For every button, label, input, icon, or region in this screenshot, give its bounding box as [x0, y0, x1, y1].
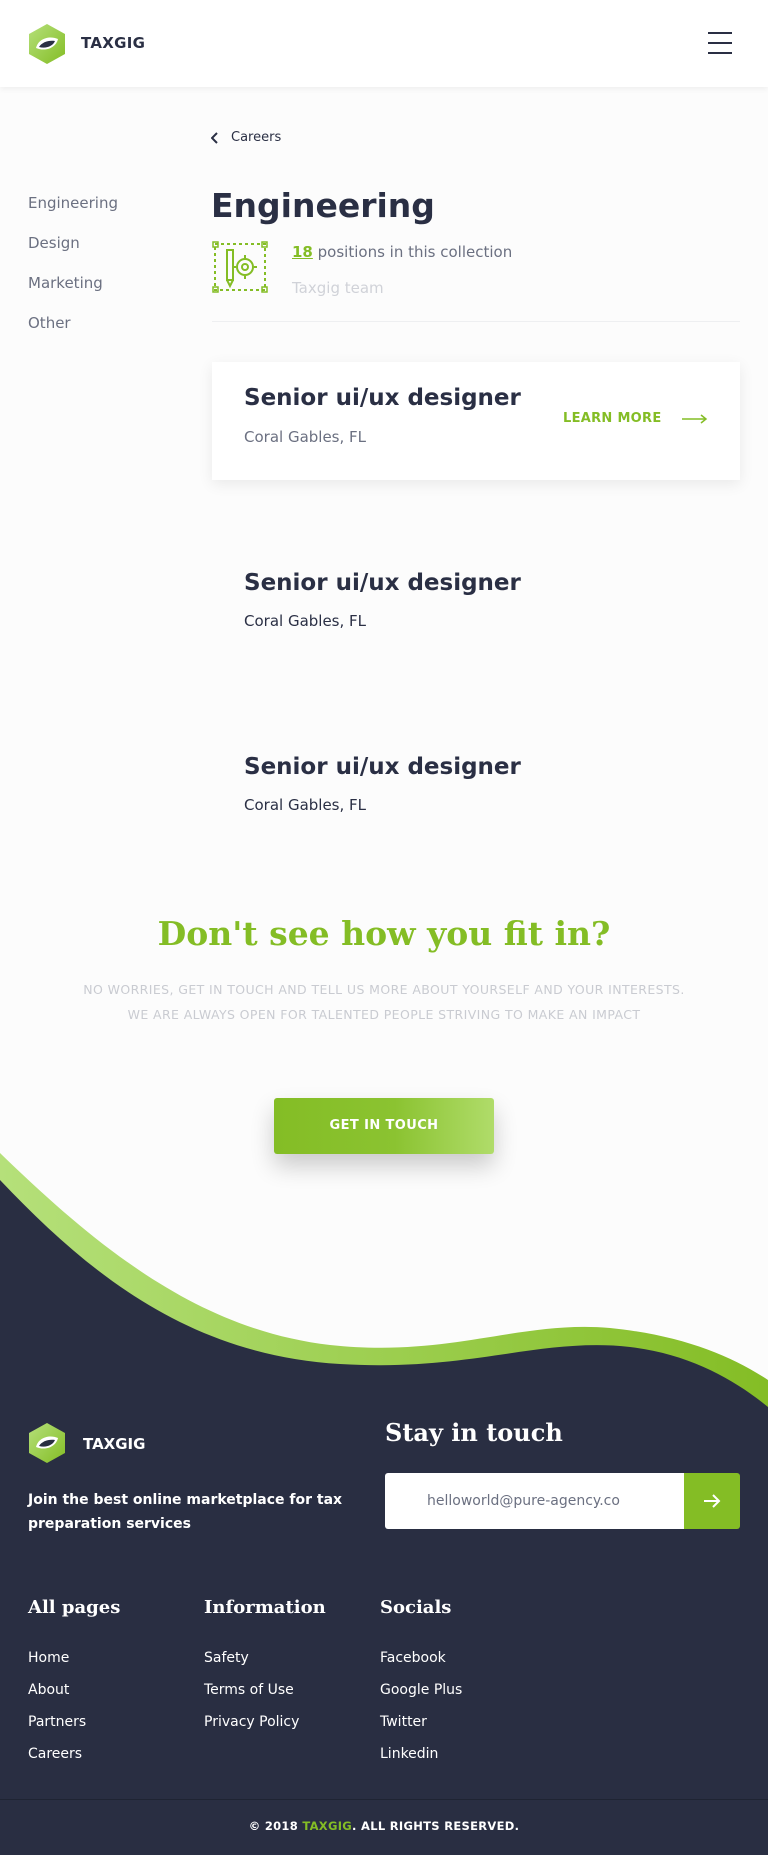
- job-location: Coral Gables, FL: [244, 428, 367, 446]
- job-title: Senior ui/ux designer: [244, 754, 521, 780]
- stay-in-touch-heading: Stay in touch: [385, 1418, 563, 1447]
- footer-link-partners[interactable]: Partners: [28, 1712, 86, 1744]
- job-location: Coral Gables, FL: [244, 796, 367, 814]
- footer-column-title: Socials: [380, 1597, 452, 1618]
- job-card[interactable]: Senior ui/ux designer Coral Gables, FL L…: [212, 362, 740, 480]
- footer-link-about[interactable]: About: [28, 1680, 86, 1712]
- chevron-left-icon: [211, 131, 218, 144]
- copyright: © 2018 TAXGIG. ALL RIGHTS RESERVED.: [0, 1819, 768, 1833]
- category-sidebar: Engineering Design Marketing Other: [28, 193, 118, 353]
- taxgig-logo-icon[interactable]: [27, 1422, 67, 1464]
- positions-count-label: positions in this collection: [317, 243, 513, 261]
- footer-link-facebook[interactable]: Facebook: [380, 1648, 462, 1680]
- engineering-collection-icon: [212, 241, 268, 293]
- learn-more-link[interactable]: LEARN MORE: [563, 411, 708, 426]
- email-submit-button[interactable]: [684, 1473, 740, 1529]
- footer-link-terms[interactable]: Terms of Use: [204, 1680, 299, 1712]
- footer-links-socials: Facebook Google Plus Twitter Linkedin: [380, 1648, 462, 1776]
- footer-link-google-plus[interactable]: Google Plus: [380, 1680, 462, 1712]
- sidebar-item-engineering[interactable]: Engineering: [28, 193, 118, 233]
- job-title: Senior ui/ux designer: [244, 385, 521, 411]
- brand-name[interactable]: TAXGIG: [81, 34, 145, 52]
- cta-subtext-line-1: NO WORRIES, GET IN TOUCH AND TELL US MOR…: [83, 982, 685, 997]
- job-card[interactable]: Senior ui/ux designer Coral Gables, FL: [212, 570, 740, 688]
- newsletter-form: [385, 1473, 684, 1529]
- footer-link-careers[interactable]: Careers: [28, 1744, 86, 1776]
- positions-count-number[interactable]: 18: [292, 243, 313, 261]
- footer-divider: [0, 1799, 768, 1800]
- email-input[interactable]: [427, 1473, 677, 1529]
- footer-links-information: Safety Terms of Use Privacy Policy: [204, 1648, 299, 1744]
- get-in-touch-button[interactable]: GET IN TOUCH: [274, 1098, 494, 1154]
- arrow-right-icon: [704, 1494, 721, 1508]
- site-header: TAXGIG: [0, 0, 768, 87]
- learn-more-label: LEARN MORE: [563, 411, 662, 426]
- footer-column-title: Information: [204, 1597, 326, 1618]
- footer-column-title: All pages: [28, 1597, 121, 1618]
- team-name: Taxgig team: [292, 279, 384, 297]
- sidebar-item-design[interactable]: Design: [28, 233, 118, 273]
- footer-link-privacy[interactable]: Privacy Policy: [204, 1712, 299, 1744]
- footer-link-home[interactable]: Home: [28, 1648, 86, 1680]
- hamburger-menu-icon[interactable]: [708, 32, 732, 54]
- copyright-brand: TAXGIG: [302, 1819, 353, 1833]
- taxgig-logo-icon[interactable]: [27, 23, 67, 65]
- job-location: Coral Gables, FL: [244, 612, 367, 630]
- footer-description: Join the best online marketplace for tax…: [28, 1492, 343, 1532]
- footer-links-all-pages: Home About Partners Careers: [28, 1648, 86, 1776]
- job-card[interactable]: Senior ui/ux designer Coral Gables, FL: [212, 754, 740, 872]
- positions-count: 18 positions in this collection: [292, 243, 512, 261]
- sidebar-item-other[interactable]: Other: [28, 313, 118, 353]
- cta-subtext-line-2: WE ARE ALWAYS OPEN FOR TALENTED PEOPLE S…: [127, 1007, 641, 1022]
- page-title: Engineering: [211, 186, 435, 225]
- divider: [212, 321, 740, 322]
- job-title: Senior ui/ux designer: [244, 570, 521, 596]
- breadcrumb[interactable]: Careers: [211, 130, 281, 145]
- arrow-right-icon: [681, 413, 707, 424]
- breadcrumb-label: Careers: [231, 130, 282, 145]
- copyright-year: © 2018: [248, 1819, 299, 1833]
- copyright-suffix: . ALL RIGHTS RESERVED.: [352, 1819, 520, 1833]
- footer-brand-name[interactable]: TAXGIG: [83, 1435, 145, 1453]
- footer-link-safety[interactable]: Safety: [204, 1648, 299, 1680]
- sidebar-item-marketing[interactable]: Marketing: [28, 273, 118, 313]
- cta-heading: Don't see how you fit in?: [157, 914, 611, 953]
- footer-link-twitter[interactable]: Twitter: [380, 1712, 462, 1744]
- footer-link-linkedin[interactable]: Linkedin: [380, 1744, 462, 1776]
